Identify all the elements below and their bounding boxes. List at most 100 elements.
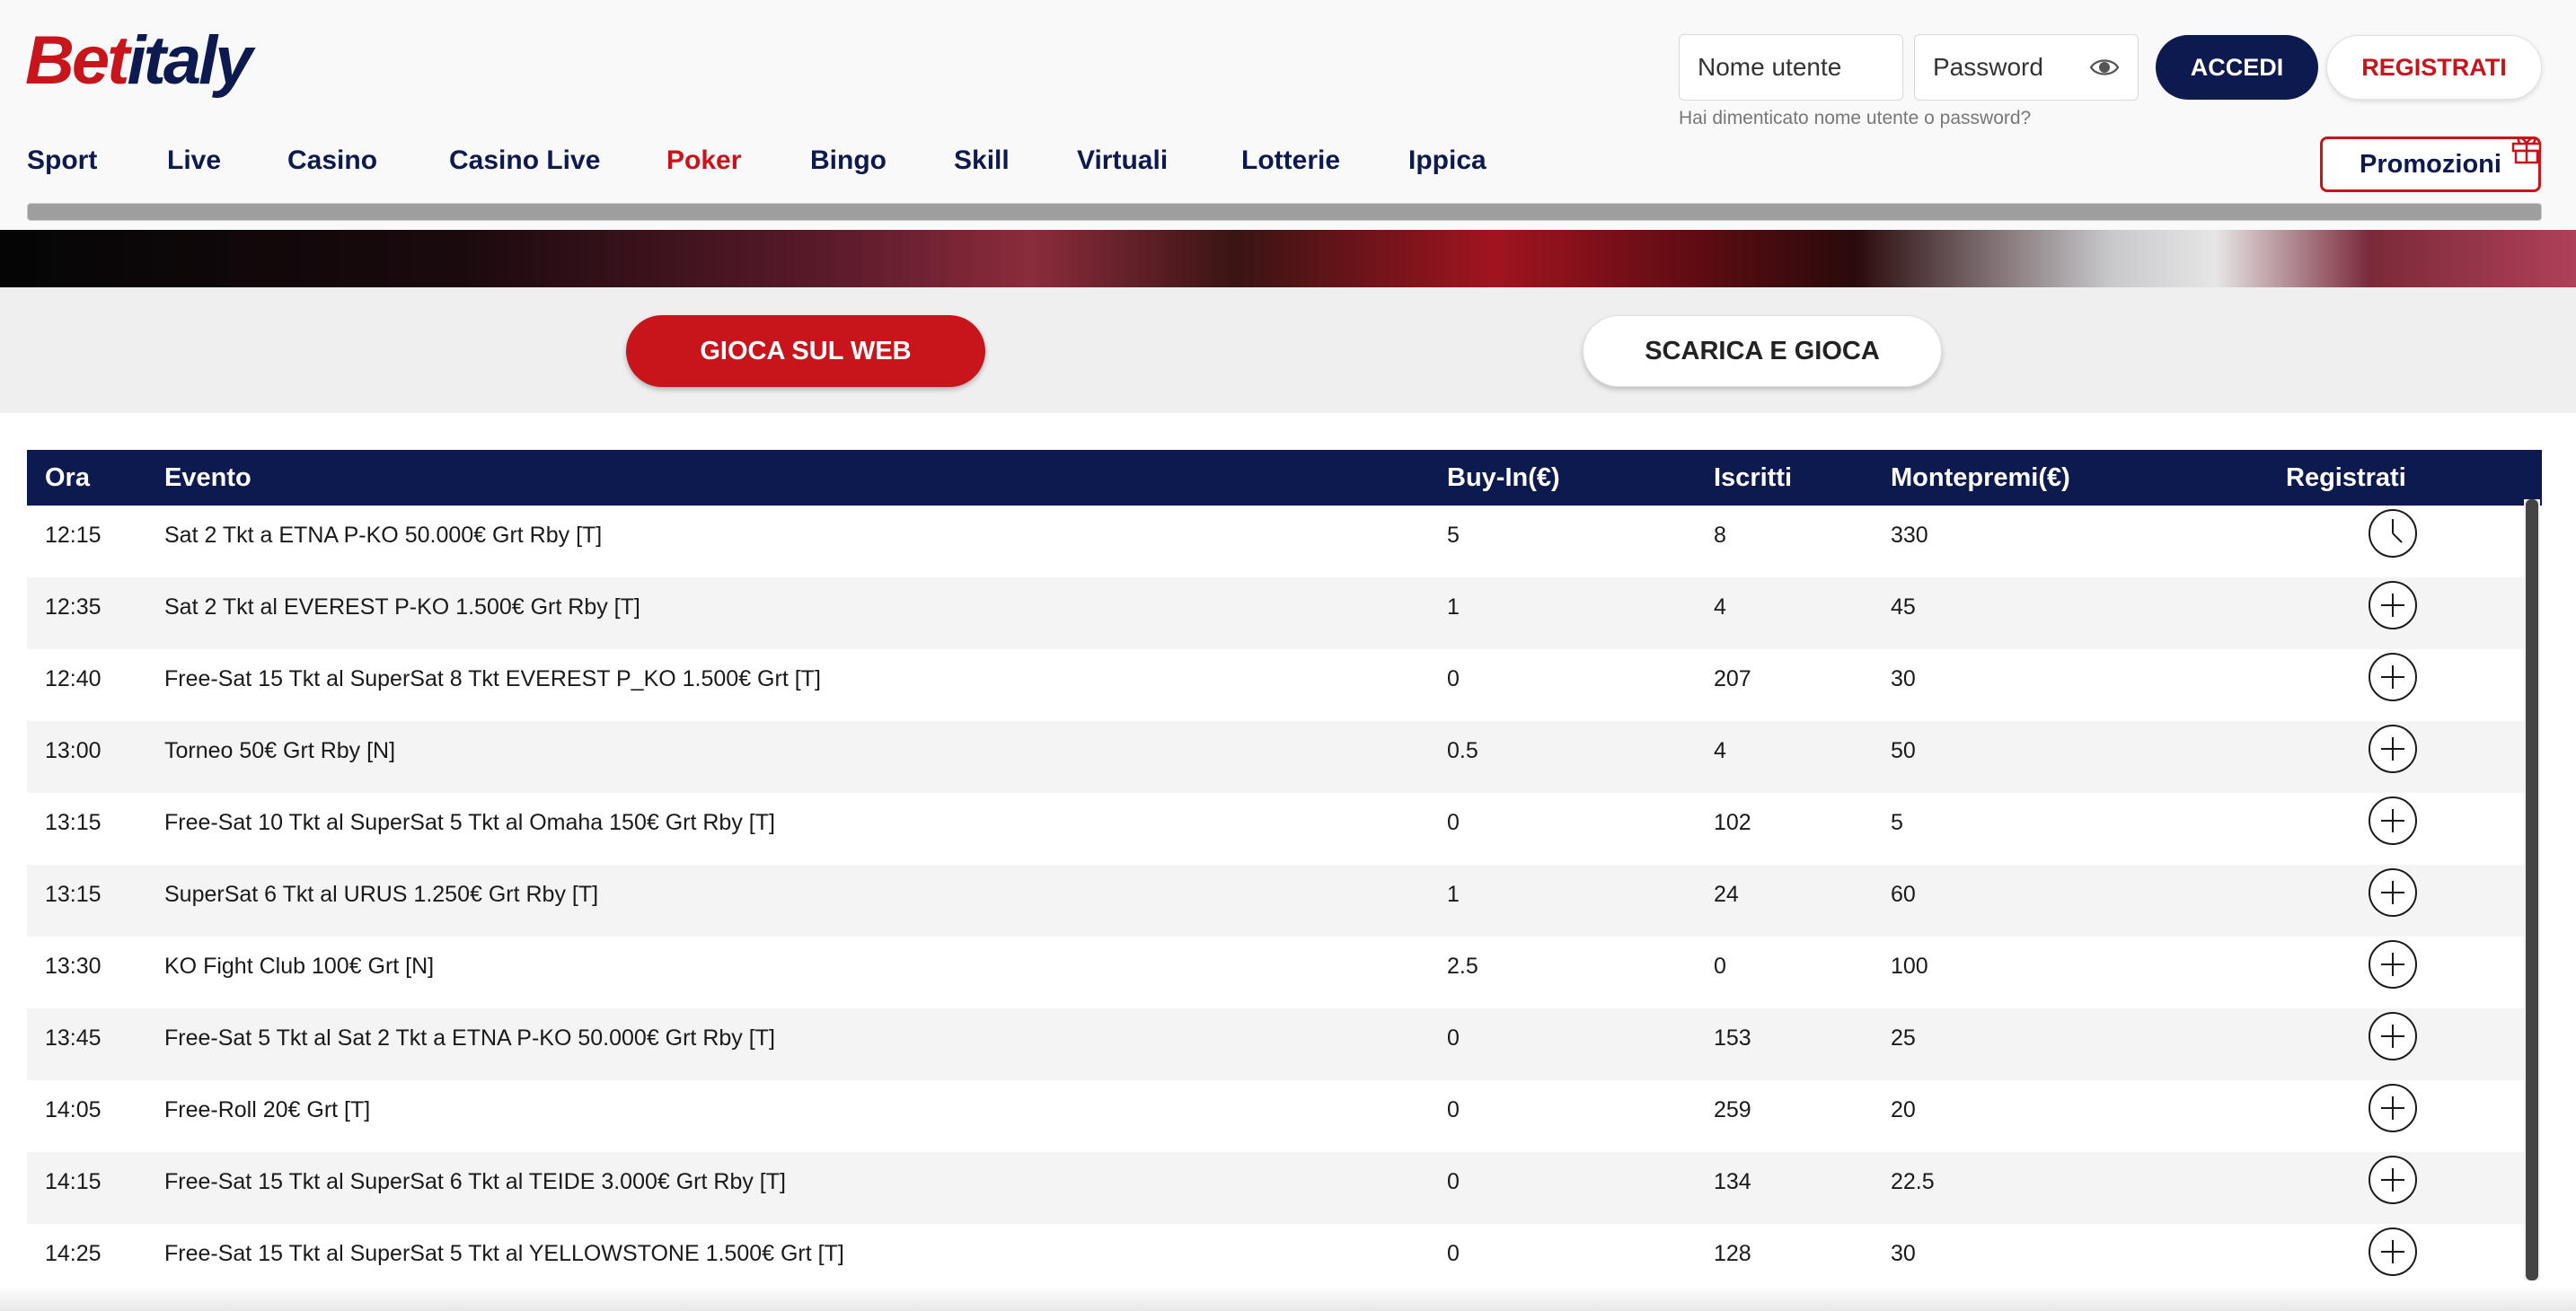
table-row: 13:15 Free-Sat 10 Tkt al SuperSat 5 Tkt a… <box>27 793 2524 865</box>
register-button[interactable]: REGISTRATI <box>2326 35 2542 100</box>
promotions-button[interactable]: Promozioni <box>2320 136 2541 192</box>
nav-item-live[interactable]: Live <box>167 145 221 176</box>
nav-item-bingo[interactable]: Bingo <box>810 145 887 176</box>
tournament-table-body: 12:15 Sat 2 Tkt a ETNA P-KO 50.000€ Grt R… <box>27 506 2524 1296</box>
cell-event: Free-Roll 20€ Grt [T] <box>164 1097 371 1122</box>
cell-prize: 5 <box>1891 810 1903 835</box>
cell-entrants: 134 <box>1714 1169 1751 1194</box>
cell-event: Free-Sat 15 Tkt al SuperSat 5 Tkt al YEL… <box>164 1241 844 1266</box>
cell-entrants: 4 <box>1714 738 1726 763</box>
register-plus-icon[interactable] <box>2368 939 2418 990</box>
nav-item-poker[interactable]: Poker <box>666 145 741 176</box>
table-row: 13:45 Free-Sat 5 Tkt al Sat 2 Tkt a ETNA … <box>27 1008 2524 1080</box>
cell-event: Free-Sat 5 Tkt al Sat 2 Tkt a ETNA P-KO … <box>164 1025 775 1051</box>
cell-time: 14:15 <box>45 1169 101 1194</box>
cell-buyin: 0 <box>1447 1025 1460 1051</box>
cell-prize: 30 <box>1891 1241 1916 1266</box>
register-plus-icon[interactable] <box>2368 1155 2418 1205</box>
cell-buyin: 0 <box>1447 1097 1460 1122</box>
cell-entrants: 128 <box>1714 1241 1751 1266</box>
bottom-edge <box>0 1286 2576 1311</box>
nav-item-casino[interactable]: Casino <box>287 145 377 176</box>
nav-item-ippica[interactable]: Ippica <box>1408 145 1486 176</box>
cell-buyin: 2.5 <box>1447 954 1478 979</box>
cell-time: 14:05 <box>45 1097 101 1122</box>
register-plus-icon[interactable] <box>2368 652 2418 702</box>
cell-buyin: 0 <box>1447 1169 1460 1194</box>
cell-entrants: 24 <box>1714 882 1739 907</box>
cell-time: 13:15 <box>45 882 101 907</box>
cell-event: Free-Sat 15 Tkt al SuperSat 6 Tkt al TEI… <box>164 1169 786 1194</box>
table-row: 12:35 Sat 2 Tkt al EVEREST P-KO 1.500€ Gr… <box>27 577 2524 649</box>
cell-event: Sat 2 Tkt al EVEREST P-KO 1.500€ Grt Rby… <box>164 594 640 620</box>
cell-time: 14:25 <box>45 1241 101 1266</box>
table-row: 12:40 Free-Sat 15 Tkt al SuperSat 8 Tkt E… <box>27 649 2524 721</box>
cell-time: 13:00 <box>45 738 101 763</box>
cell-entrants: 207 <box>1714 666 1751 691</box>
cell-prize: 330 <box>1891 523 1928 548</box>
nav-item-skill[interactable]: Skill <box>954 145 1010 176</box>
cell-buyin: 0 <box>1447 666 1460 691</box>
betitaly-logo[interactable]: Betitaly <box>25 27 253 95</box>
play-on-web-button[interactable]: GIOCA SUL WEB <box>626 315 985 387</box>
header-entrants: Iscritti <box>1714 463 1793 492</box>
register-plus-icon[interactable] <box>2368 580 2418 630</box>
cell-entrants: 153 <box>1714 1025 1751 1051</box>
promotions-label: Promozioni <box>2360 149 2501 179</box>
cell-prize: 60 <box>1891 882 1916 907</box>
table-row: 14:15 Free-Sat 15 Tkt al SuperSat 6 Tkt a… <box>27 1152 2524 1224</box>
cell-time: 12:15 <box>45 523 101 548</box>
header-prize: Montepremi(€) <box>1891 463 2070 492</box>
nav-item-virtuali[interactable]: Virtuali <box>1077 145 1168 176</box>
table-row: 14:25 Free-Sat 15 Tkt al SuperSat 5 Tkt a… <box>27 1224 2524 1296</box>
cell-entrants: 0 <box>1714 954 1726 979</box>
login-button[interactable]: ACCEDI <box>2156 35 2318 100</box>
nav-item-sport[interactable]: Sport <box>27 145 97 176</box>
header-register: Registrati <box>2286 463 2406 492</box>
cell-time: 13:30 <box>45 954 101 979</box>
register-clock-icon[interactable] <box>2368 508 2418 559</box>
table-row: 12:15 Sat 2 Tkt a ETNA P-KO 50.000€ Grt R… <box>27 506 2524 577</box>
cell-event: KO Fight Club 100€ Grt [N] <box>164 954 435 979</box>
header-buyin: Buy-In(€) <box>1447 463 1560 492</box>
cell-prize: 25 <box>1891 1025 1916 1051</box>
vertical-scrollbar-thumb[interactable] <box>2526 499 2538 1280</box>
horizontal-scrollbar[interactable] <box>27 203 2542 221</box>
cell-entrants: 8 <box>1714 523 1726 548</box>
cell-prize: 50 <box>1891 738 1916 763</box>
cell-buyin: 0 <box>1447 1241 1460 1266</box>
cell-entrants: 4 <box>1714 594 1726 620</box>
cell-buyin: 0.5 <box>1447 738 1478 763</box>
cell-buyin: 1 <box>1447 882 1460 907</box>
cell-entrants: 259 <box>1714 1097 1751 1122</box>
cell-time: 12:40 <box>45 666 101 691</box>
logo-part-italy: italy <box>127 22 252 99</box>
cell-event: Free-Sat 10 Tkt al SuperSat 5 Tkt al Oma… <box>164 810 775 835</box>
header-event: Evento <box>164 463 251 492</box>
register-plus-icon[interactable] <box>2368 1083 2418 1133</box>
nav-item-casino-live[interactable]: Casino Live <box>449 145 600 176</box>
tournament-table-header: Ora Evento Buy-In(€) Iscritti Montepremi… <box>27 450 2542 506</box>
register-plus-icon[interactable] <box>2368 867 2418 918</box>
forgot-credentials-link[interactable]: Hai dimenticato nome utente o password? <box>1679 108 2031 129</box>
table-row: 13:15 SuperSat 6 Tkt al URUS 1.250€ Grt R… <box>27 865 2524 937</box>
cell-event: Free-Sat 15 Tkt al SuperSat 8 Tkt EVERES… <box>164 666 821 691</box>
register-plus-icon[interactable] <box>2368 724 2418 774</box>
username-input[interactable] <box>1679 34 1903 101</box>
cell-event: SuperSat 6 Tkt al URUS 1.250€ Grt Rby [T… <box>164 882 599 907</box>
register-plus-icon[interactable] <box>2368 1011 2418 1061</box>
cell-event: Torneo 50€ Grt Rby [N] <box>164 738 396 763</box>
register-plus-icon[interactable] <box>2368 796 2418 846</box>
nav-item-lotterie[interactable]: Lotterie <box>1241 145 1340 176</box>
register-plus-icon[interactable] <box>2368 1227 2418 1277</box>
cell-prize: 30 <box>1891 666 1916 691</box>
play-actions-bar <box>0 287 2576 413</box>
download-and-play-button[interactable]: SCARICA E GIOCA <box>1583 315 1942 387</box>
logo-part-bet: Bet <box>25 22 129 99</box>
cell-time: 13:45 <box>45 1025 101 1051</box>
cell-event: Sat 2 Tkt a ETNA P-KO 50.000€ Grt Rby [T… <box>164 523 603 548</box>
poker-banner-image <box>0 230 2576 287</box>
eye-icon[interactable] <box>2089 54 2120 81</box>
cell-buyin: 1 <box>1447 594 1460 620</box>
cell-entrants: 102 <box>1714 810 1751 835</box>
